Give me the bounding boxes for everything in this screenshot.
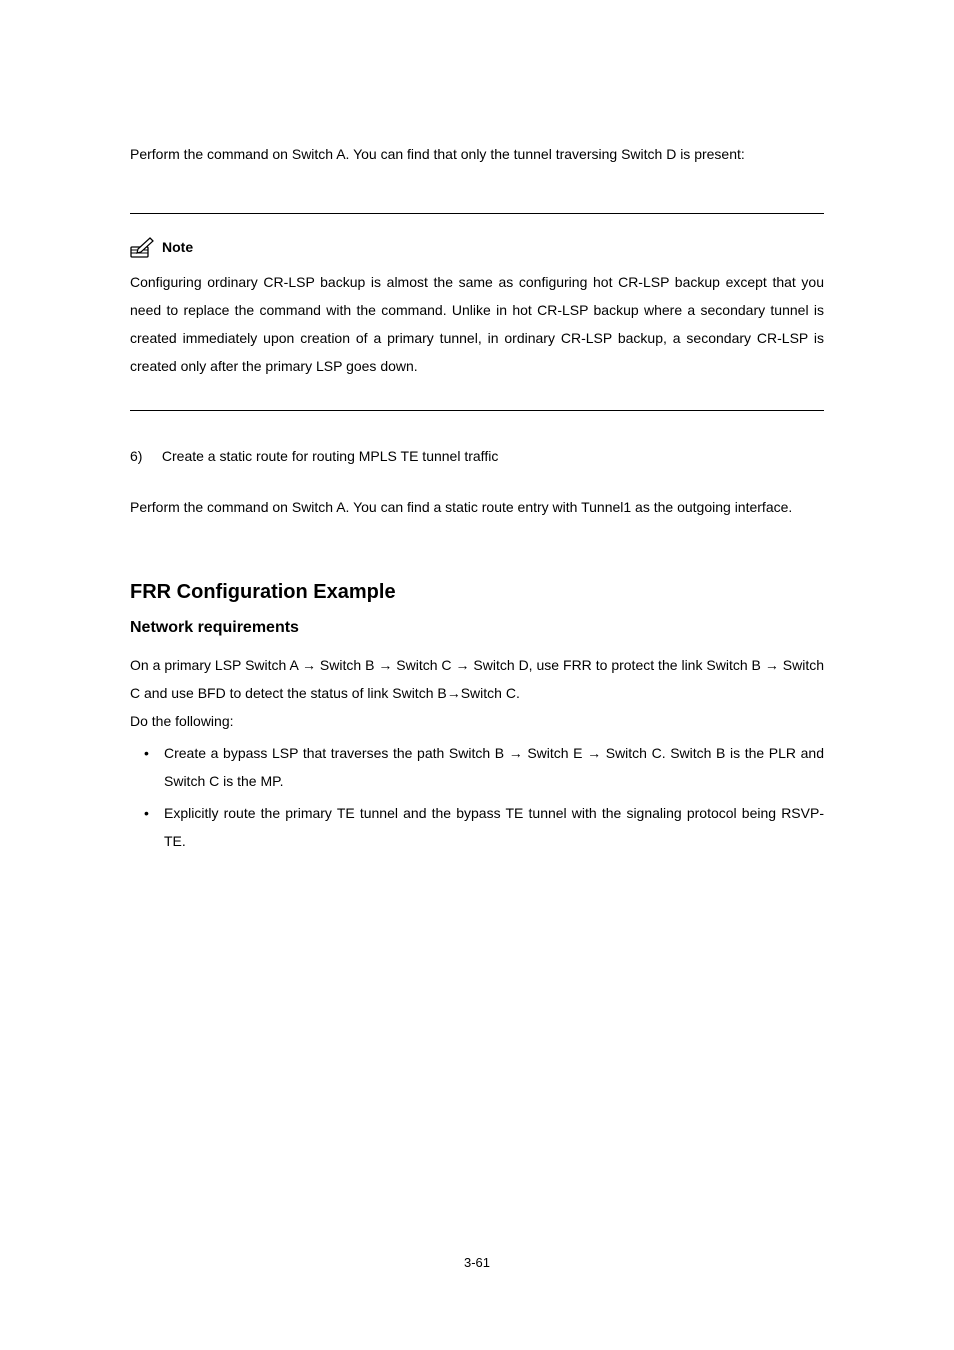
requirements-line-2: Do the following:	[130, 707, 824, 735]
bullet-list: Create a bypass LSP that traverses the p…	[130, 739, 824, 855]
para1-part-b: command on Switch A. You can find that o…	[207, 146, 745, 162]
step-6-number: 6)	[130, 445, 158, 469]
paragraph-tunnel-present: Perform the command on Switch A. You can…	[130, 140, 824, 168]
list-item: Explicitly route the primary TE tunnel a…	[130, 799, 824, 855]
note-pencil-icon	[130, 236, 156, 258]
note-body: Configuring ordinary CR-LSP backup is al…	[130, 268, 824, 380]
list-item: Create a bypass LSP that traverses the p…	[130, 739, 824, 795]
para2-part-b: command on Switch A. You can find a stat…	[207, 499, 792, 515]
para2-part-a: Perform the	[130, 499, 207, 515]
para1-part-a: Perform the	[130, 146, 207, 162]
note-label: Note	[162, 239, 193, 255]
step-6-text: Create a static route for routing MPLS T…	[162, 448, 498, 464]
note-body-b: command with the	[259, 302, 381, 318]
requirements-line-1: On a primary LSP Switch A → Switch B → S…	[130, 651, 824, 707]
note-box: Note Configuring ordinary CR-LSP backup …	[130, 213, 824, 411]
section-header: FRR Configuration Example	[130, 581, 824, 604]
section-title: FRR Configuration Example	[130, 581, 396, 603]
subsection-title: Network requirements	[130, 619, 299, 636]
step-6: 6) Create a static route for routing MPL…	[130, 445, 824, 469]
note-header: Note	[130, 236, 824, 258]
paragraph-static-route: Perform the command on Switch A. You can…	[130, 493, 824, 521]
page-number: 3-61	[0, 1255, 954, 1270]
subsection-header: Network requirements	[130, 619, 824, 637]
